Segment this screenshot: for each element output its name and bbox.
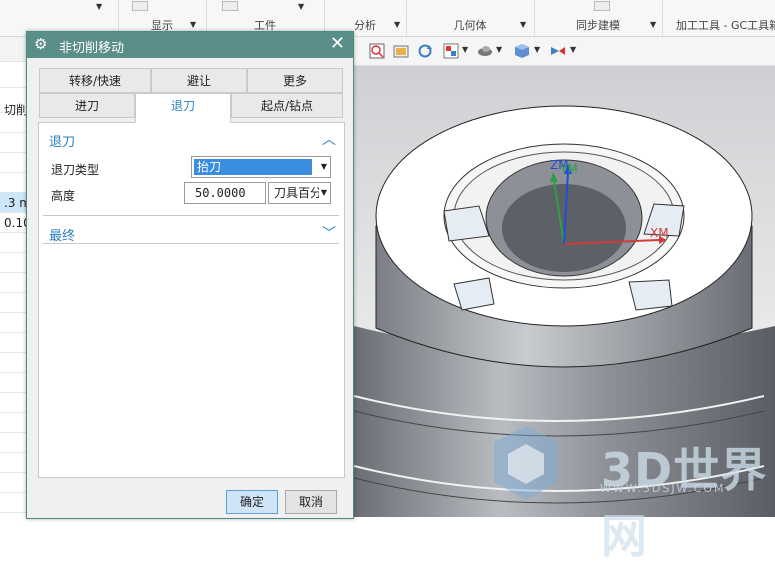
axis-label-ym: YM	[560, 162, 578, 176]
ribbon-label-sync-modeling: 同步建模	[576, 19, 620, 32]
dropdown-arrow-icon[interactable]: ▼	[96, 2, 102, 11]
divider	[43, 215, 339, 216]
height-input[interactable]: 50.0000	[184, 182, 266, 204]
ok-button[interactable]: 确定	[226, 490, 278, 514]
display-icon	[132, 1, 148, 11]
divider	[43, 243, 339, 244]
retract-type-label: 退刀类型	[51, 163, 100, 177]
axis-label-xm: XM	[650, 226, 669, 240]
retract-type-select[interactable]: 抬刀 ▼	[191, 156, 331, 178]
view-toolbar: ▼ ▼ ▼ ▼	[354, 37, 775, 66]
zoom-window-icon[interactable]	[393, 43, 409, 59]
dropdown-arrow-icon[interactable]: ▼	[496, 45, 502, 54]
dropdown-arrow-icon[interactable]: ▼	[462, 45, 468, 54]
ribbon-group-sync-modeling[interactable]: ▼ 同步建模	[534, 0, 663, 36]
watermark-text: 3D世界网	[601, 443, 768, 563]
chevron-down-icon: ▼	[320, 162, 327, 171]
ribbon-label-machining-tools: 加工工具 - GC工具箱	[676, 19, 775, 32]
non-cutting-moves-dialog: ⚙ 非切削移动 ✕ 转移/快速 避让 更多 进刀 退刀 起点/钻点 退刀 ︿ 退…	[26, 31, 354, 519]
tab-retract[interactable]: 退刀	[135, 93, 231, 123]
tab-transfer-rapid[interactable]: 转移/快速	[39, 68, 151, 93]
ribbon-group-geometry[interactable]: ▼ 几何体	[406, 0, 535, 36]
gear-icon: ⚙	[34, 35, 48, 53]
retract-panel: 退刀 ︿ 退刀类型 抬刀 ▼ 高度 50.0000 刀具百分比 ▼ 最终 ﹀	[38, 122, 345, 478]
watermark-cube-logo	[494, 426, 558, 500]
tab-avoidance[interactable]: 避让	[151, 68, 247, 93]
tab-start-drill-points[interactable]: 起点/钻点	[231, 93, 343, 118]
section-retract-title: 退刀	[49, 135, 76, 150]
orient-view-icon[interactable]	[443, 43, 459, 59]
close-icon[interactable]: ✕	[330, 34, 345, 54]
dropdown-arrow-icon[interactable]: ▼	[534, 45, 540, 54]
tab-more[interactable]: 更多	[247, 68, 343, 93]
fit-view-icon[interactable]	[369, 43, 385, 59]
ribbon-label-geometry: 几何体	[453, 19, 487, 32]
chevron-up-icon[interactable]: ︿	[322, 129, 336, 149]
section-final-title: 最终	[49, 229, 76, 244]
chevron-down-icon: ▼	[320, 188, 327, 197]
cancel-button[interactable]: 取消	[285, 490, 337, 514]
chevron-down-icon[interactable]: ﹀	[322, 223, 336, 243]
render-style-icon[interactable]	[477, 43, 493, 59]
section-view-icon[interactable]	[550, 43, 566, 59]
dropdown-arrow-icon[interactable]: ▼	[298, 2, 304, 11]
dropdown-arrow-icon[interactable]: ▼	[570, 45, 576, 54]
section-retract-header[interactable]: 退刀 ︿	[39, 125, 344, 153]
dialog-title: 非切削移动	[59, 41, 125, 56]
sync-modeling-icon	[594, 1, 610, 11]
rotate-icon[interactable]	[417, 43, 433, 59]
ribbon-group-machining-tools[interactable]: 加工工具 - GC工具箱	[662, 0, 775, 36]
height-unit-select[interactable]: 刀具百分比 ▼	[268, 182, 331, 204]
height-label: 高度	[51, 189, 76, 203]
tab-engage[interactable]: 进刀	[39, 93, 135, 118]
workpiece-icon	[222, 1, 238, 11]
shaded-cube-icon[interactable]	[514, 43, 530, 59]
dialog-title-bar[interactable]: ⚙ 非切削移动 ✕	[27, 32, 353, 58]
watermark-url: WWW.3DSJW.COM	[600, 482, 726, 495]
